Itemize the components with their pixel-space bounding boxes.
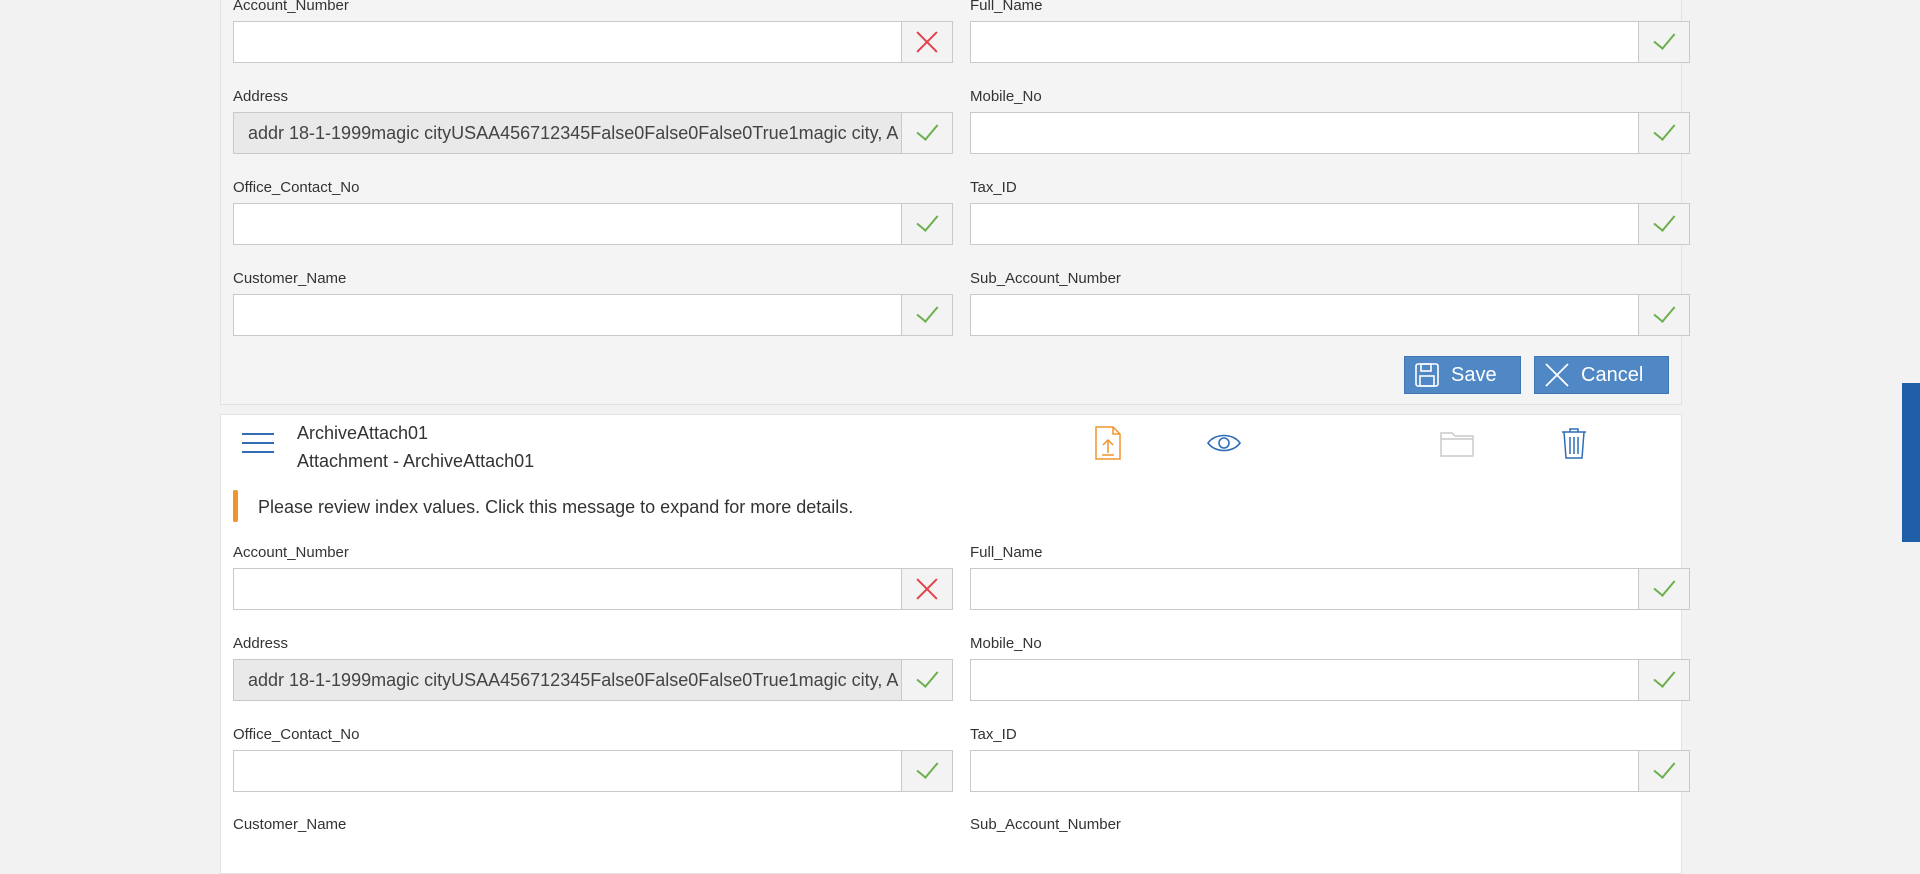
save-icon	[1405, 362, 1449, 388]
cancel-button[interactable]: Cancel	[1534, 356, 1669, 394]
cancel-label: Cancel	[1581, 363, 1644, 386]
valid-status	[1638, 204, 1689, 244]
field-label: Customer_Name	[233, 270, 347, 287]
valid-status	[1638, 295, 1689, 335]
check-icon	[916, 664, 939, 688]
check-icon	[1653, 755, 1676, 779]
account-number-input[interactable]	[234, 22, 901, 62]
field-box: addr 18-1-1999magic cityUSAA456712345Fal…	[233, 659, 953, 701]
field-label: Tax_ID	[970, 726, 1017, 743]
field-label: Address	[233, 635, 289, 652]
menu-icon[interactable]	[242, 433, 274, 455]
check-icon	[1653, 26, 1676, 50]
valid-status	[901, 295, 952, 335]
close-icon	[915, 30, 939, 54]
tax-id-input[interactable]	[971, 751, 1638, 791]
field-label: Full_Name	[970, 544, 1043, 561]
field-box	[233, 294, 953, 336]
field-label: Customer_Name	[233, 816, 347, 833]
field-label: Account_Number	[233, 544, 349, 561]
warning-indicator	[233, 490, 238, 522]
close-icon	[1535, 362, 1579, 388]
customer-name-input[interactable]	[234, 295, 901, 335]
field-box	[970, 203, 1690, 245]
field-box	[233, 750, 953, 792]
check-icon	[1653, 299, 1676, 323]
save-label: Save	[1451, 363, 1497, 386]
mobile-no-input[interactable]	[971, 660, 1638, 700]
check-icon	[916, 117, 939, 141]
valid-status	[1638, 569, 1689, 609]
review-message[interactable]: Please review index values. Click this m…	[258, 497, 853, 518]
check-icon	[916, 299, 939, 323]
full-name-input[interactable]	[971, 569, 1638, 609]
full-name-input[interactable]	[971, 22, 1638, 62]
invalid-status	[901, 22, 952, 62]
valid-status	[901, 113, 952, 153]
office-contact-no-input[interactable]	[234, 751, 901, 791]
field-box	[233, 203, 953, 245]
field-box	[970, 112, 1690, 154]
valid-status	[901, 204, 952, 244]
check-icon	[1653, 208, 1676, 232]
side-panel-tab[interactable]	[1902, 383, 1920, 542]
office-contact-no-input[interactable]	[234, 204, 901, 244]
address-input[interactable]: addr 18-1-1999magic cityUSAA456712345Fal…	[234, 660, 901, 700]
field-box	[233, 568, 953, 610]
field-label: Mobile_No	[970, 635, 1042, 652]
field-label: Office_Contact_No	[233, 726, 360, 743]
check-icon	[1653, 117, 1676, 141]
attachment-subtitle: Attachment - ArchiveAttach01	[297, 451, 535, 471]
field-box	[970, 750, 1690, 792]
field-label: Sub_Account_Number	[970, 816, 1121, 833]
field-box	[970, 294, 1690, 336]
check-icon	[1653, 664, 1676, 688]
field-label: Office_Contact_No	[233, 179, 360, 196]
valid-status	[901, 660, 952, 700]
attachment-title: ArchiveAttach01	[297, 423, 429, 443]
folder-icon	[1440, 426, 1474, 460]
field-label: Full_Name	[970, 0, 1043, 14]
field-box: addr 18-1-1999magic cityUSAA456712345Fal…	[233, 112, 953, 154]
field-box	[970, 21, 1690, 63]
valid-status	[1638, 22, 1689, 62]
field-box	[233, 21, 953, 63]
field-label: Sub_Account_Number	[970, 270, 1121, 287]
sub-account-number-input[interactable]	[971, 295, 1638, 335]
check-icon	[916, 208, 939, 232]
field-box	[970, 659, 1690, 701]
valid-status	[1638, 113, 1689, 153]
close-icon	[915, 577, 939, 601]
check-icon	[1653, 573, 1676, 597]
valid-status	[901, 751, 952, 791]
valid-status	[1638, 751, 1689, 791]
account-number-input[interactable]	[234, 569, 901, 609]
address-input[interactable]: addr 18-1-1999magic cityUSAA456712345Fal…	[234, 113, 901, 153]
attachment-panel	[220, 414, 1682, 874]
field-label: Mobile_No	[970, 88, 1042, 105]
field-label: Account_Number	[233, 0, 349, 14]
eye-icon[interactable]	[1207, 426, 1241, 460]
field-box	[970, 568, 1690, 610]
mobile-no-input[interactable]	[971, 113, 1638, 153]
trash-icon[interactable]	[1557, 426, 1591, 460]
check-icon	[916, 755, 939, 779]
save-button[interactable]: Save	[1404, 356, 1521, 394]
tax-id-input[interactable]	[971, 204, 1638, 244]
upload-icon[interactable]	[1091, 426, 1125, 460]
invalid-status	[901, 569, 952, 609]
field-label: Tax_ID	[970, 179, 1017, 196]
valid-status	[1638, 660, 1689, 700]
field-label: Address	[233, 88, 289, 105]
